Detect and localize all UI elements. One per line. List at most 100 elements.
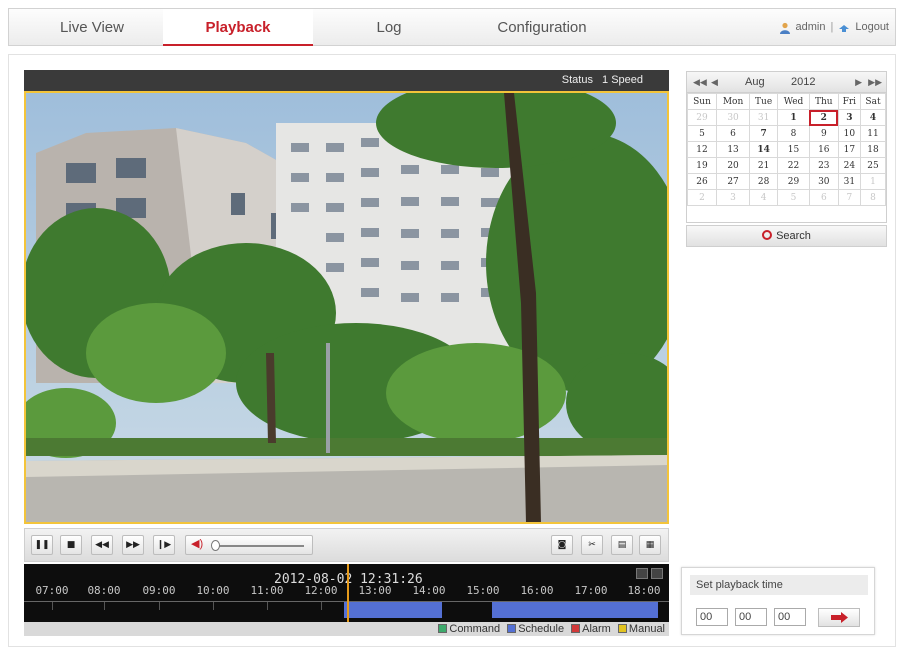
calendar-year[interactable]: 2012 bbox=[791, 72, 815, 93]
record-type-legend: Command Schedule Alarm Manual bbox=[24, 622, 669, 636]
calendar-day[interactable]: 27 bbox=[715, 173, 751, 190]
calendar-day[interactable]: 10 bbox=[837, 125, 861, 142]
timeline-tick: 08:00 bbox=[87, 584, 121, 597]
timeline-playhead[interactable] bbox=[347, 564, 349, 622]
calendar-day[interactable]: 5 bbox=[687, 125, 717, 142]
speed-label: 1 Speed bbox=[602, 74, 643, 86]
calendar-day[interactable]: 29 bbox=[687, 109, 717, 126]
calendar-grid: Sun Mon Tue Wed Thu Fri Sat 29 30 31 1 2… bbox=[687, 93, 887, 206]
video-status-bar: Status 1 Speed bbox=[24, 70, 669, 91]
logout-icon[interactable] bbox=[838, 22, 850, 34]
download-by-file-icon: ▦ bbox=[645, 540, 655, 550]
calendar-day[interactable]: 23 bbox=[808, 157, 839, 174]
calendar-day[interactable]: 4 bbox=[859, 109, 887, 126]
calendar-day[interactable]: 3 bbox=[837, 109, 861, 126]
calendar-day[interactable]: 3 bbox=[715, 189, 751, 206]
calendar-day[interactable]: 31 bbox=[749, 109, 779, 126]
fast-forward-button[interactable]: ▶▶ bbox=[122, 535, 144, 555]
next-year-icon[interactable]: ▶▶ bbox=[868, 72, 882, 93]
user-area: admin | Logout bbox=[779, 9, 889, 46]
logout-link[interactable]: Logout bbox=[855, 9, 889, 46]
recording-segment[interactable] bbox=[344, 602, 442, 618]
playback-video[interactable] bbox=[24, 91, 669, 524]
calendar-day[interactable]: 7 bbox=[749, 125, 779, 142]
zoom-in-icon[interactable] bbox=[636, 568, 648, 579]
timeline-tick: 18:00 bbox=[627, 584, 661, 597]
calendar-day[interactable]: 14 bbox=[749, 141, 779, 158]
capture-button[interactable]: ◙ bbox=[551, 535, 573, 555]
timeline-tick: 14:00 bbox=[412, 584, 446, 597]
calendar-day[interactable]: 20 bbox=[715, 157, 751, 174]
search-button[interactable]: Search bbox=[686, 225, 887, 247]
arrow-right-icon bbox=[831, 612, 848, 623]
calendar-day[interactable]: 12 bbox=[687, 141, 717, 158]
calendar-day[interactable]: 4 bbox=[749, 189, 779, 206]
single-frame-icon: ❙▶ bbox=[156, 540, 172, 550]
volume-slider-handle[interactable] bbox=[211, 540, 220, 551]
timeline-tick: 15:00 bbox=[466, 584, 500, 597]
go-to-time-button[interactable] bbox=[818, 608, 860, 627]
calendar-day[interactable]: 6 bbox=[808, 189, 839, 206]
username[interactable]: admin bbox=[796, 9, 826, 46]
timeline-gridline bbox=[159, 602, 160, 610]
prev-month-icon[interactable]: ◀ bbox=[711, 72, 718, 93]
calendar-day[interactable]: 11 bbox=[859, 125, 887, 142]
calendar-day[interactable]: 21 bbox=[749, 157, 779, 174]
calendar-day[interactable]: 17 bbox=[837, 141, 861, 158]
calendar-day[interactable]: 7 bbox=[837, 189, 861, 206]
tab-live-view[interactable]: Live View bbox=[51, 9, 133, 46]
calendar-day[interactable]: 2 bbox=[687, 189, 717, 206]
calendar-day[interactable]: 8 bbox=[777, 125, 810, 142]
calendar-day[interactable]: 1 bbox=[859, 173, 887, 190]
calendar-day[interactable]: 6 bbox=[715, 125, 751, 142]
next-month-icon[interactable]: ▶ bbox=[855, 72, 862, 93]
calendar-day[interactable]: 9 bbox=[808, 125, 839, 142]
timeline-tick: 16:00 bbox=[520, 584, 554, 597]
slow-forward-button[interactable]: ◀◀ bbox=[91, 535, 113, 555]
calendar-day[interactable]: 25 bbox=[859, 157, 887, 174]
download-by-file-button[interactable]: ▦ bbox=[639, 535, 661, 555]
calendar-day[interactable]: 18 bbox=[859, 141, 887, 158]
download-button[interactable]: ▤ bbox=[611, 535, 633, 555]
timeline-gridline bbox=[267, 602, 268, 610]
volume-control[interactable]: ◀) bbox=[185, 535, 313, 555]
recording-segment[interactable] bbox=[492, 602, 658, 618]
zoom-out-icon[interactable] bbox=[651, 568, 663, 579]
set-playback-time-panel: Set playback time 00 00 00 bbox=[681, 567, 875, 635]
calendar-day[interactable]: 1 bbox=[777, 109, 810, 126]
calendar-day-selected[interactable]: 2 bbox=[808, 109, 839, 126]
volume-icon[interactable]: ◀) bbox=[191, 537, 203, 550]
second-input[interactable]: 00 bbox=[774, 608, 806, 626]
calendar-day[interactable]: 16 bbox=[808, 141, 839, 158]
stop-button[interactable]: ■ bbox=[60, 535, 82, 555]
calendar-day[interactable]: 31 bbox=[837, 173, 861, 190]
clip-button[interactable]: ✂ bbox=[581, 535, 603, 555]
volume-slider-track[interactable] bbox=[216, 545, 304, 547]
calendar-day[interactable]: 29 bbox=[777, 173, 810, 190]
calendar-day[interactable]: 15 bbox=[777, 141, 810, 158]
prev-year-icon[interactable]: ◀◀ bbox=[693, 72, 707, 93]
fast-forward-icon: ▶▶ bbox=[126, 540, 140, 550]
calendar-day[interactable]: 8 bbox=[859, 189, 887, 206]
calendar-day[interactable]: 13 bbox=[715, 141, 751, 158]
tab-log[interactable]: Log bbox=[364, 9, 414, 46]
timeline-tick: 07:00 bbox=[35, 584, 69, 597]
calendar-day[interactable]: 24 bbox=[837, 157, 861, 174]
pause-button[interactable]: ❚❚ bbox=[31, 535, 53, 555]
minute-input[interactable]: 00 bbox=[735, 608, 767, 626]
tab-configuration[interactable]: Configuration bbox=[482, 9, 602, 46]
stop-icon: ■ bbox=[66, 540, 76, 550]
tab-playback[interactable]: Playback bbox=[163, 9, 313, 46]
calendar-day[interactable]: 30 bbox=[808, 173, 839, 190]
single-frame-button[interactable]: ❙▶ bbox=[153, 535, 175, 555]
status-label: Status bbox=[561, 74, 593, 86]
hour-input[interactable]: 00 bbox=[696, 608, 728, 626]
calendar-month[interactable]: Aug bbox=[745, 72, 765, 93]
calendar-day[interactable]: 22 bbox=[777, 157, 810, 174]
calendar-day[interactable]: 5 bbox=[777, 189, 810, 206]
playback-timeline[interactable]: 2012-08-02 12:31:26 07:00 08:00 09:00 10… bbox=[24, 564, 669, 622]
calendar-day[interactable]: 26 bbox=[687, 173, 717, 190]
calendar-day[interactable]: 30 bbox=[715, 109, 751, 126]
calendar-day[interactable]: 28 bbox=[749, 173, 779, 190]
calendar-day[interactable]: 19 bbox=[687, 157, 717, 174]
